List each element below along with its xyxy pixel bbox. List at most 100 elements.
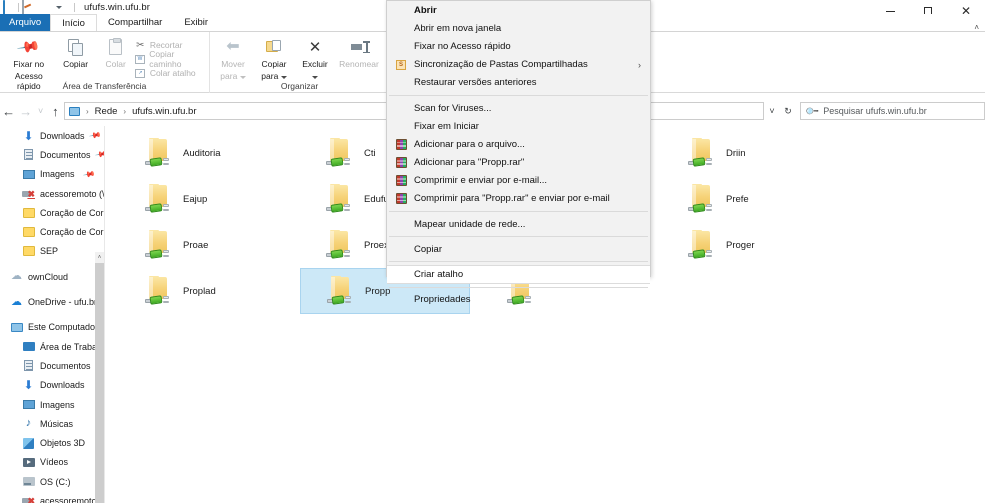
file-item-proae[interactable]: Proae [119, 222, 289, 268]
sidebar-item-rea-de-trabalho[interactable]: Área de Trabalho [0, 337, 104, 356]
sidebar-item-imagens[interactable]: Imagens [0, 395, 104, 414]
sidebar-item-sep[interactable]: SEP [0, 242, 104, 261]
sidebar-item-label: OS (C:) [40, 476, 71, 487]
nav-scroll-up-arrow-icon[interactable]: ˄ [95, 252, 104, 263]
delete-button[interactable]: ✕ Excluir [295, 34, 335, 81]
context-menu-item-propriedades[interactable]: Propriedades [387, 291, 650, 309]
disconnected-network-drive-icon: ✖ [22, 494, 35, 503]
context-menu-item-mapear-unidade-de-rede[interactable]: Mapear unidade de rede... [387, 215, 650, 233]
sidebar-item-este-computador[interactable]: Este Computador [0, 318, 104, 337]
context-menu-item-scan-for-viruses[interactable]: Scan for Viruses... [387, 99, 650, 117]
paste-button[interactable]: Colar [97, 34, 135, 69]
back-button[interactable]: ← [0, 100, 17, 122]
sidebar-item-onedrive-ufu-br[interactable]: ☁ OneDrive - ufu.br [0, 292, 104, 311]
context-menu-item-criar-atalho[interactable]: Criar atalho [387, 265, 650, 284]
context-menu-item-fixar-no-acesso-r-pido[interactable]: Fixar no Acesso rápido [387, 37, 650, 55]
sidebar-item-owncloud[interactable]: ☁ ownCloud [0, 267, 104, 286]
copy-to-caret-icon[interactable] [280, 76, 287, 79]
copy-button[interactable]: Copiar [55, 34, 97, 69]
address-dropdown-caret-icon[interactable]: ˅ [764, 100, 780, 122]
sidebar-item-label: Vídeos [40, 457, 69, 468]
tab-inicio[interactable]: Início [50, 14, 97, 31]
download-icon: ⬇ [23, 128, 34, 143]
copy-to-button[interactable]: Copiar para [253, 34, 295, 81]
nav-pane-scrollbar[interactable]: ˄ [95, 126, 104, 503]
file-item-proplad[interactable]: Proplad [119, 268, 289, 314]
move-to-caret-icon[interactable] [239, 76, 246, 79]
file-item-prefe[interactable]: Prefe [662, 176, 832, 222]
breadcrumb-rede[interactable]: Rede [95, 106, 118, 117]
up-button[interactable]: ↑ [47, 100, 64, 122]
tab-exibir[interactable]: Exibir [173, 14, 219, 31]
nav-scrollbar-thumb[interactable] [95, 263, 104, 503]
documents-icon [22, 148, 35, 161]
properties-icon[interactable] [22, 0, 34, 19]
sidebar-item-label: Documentos [40, 360, 91, 371]
winrar-icon [395, 138, 407, 150]
sidebar-item-label: Este Computador [28, 322, 99, 333]
copy-to-icon [266, 37, 282, 57]
tab-compartilhar[interactable]: Compartilhar [97, 14, 173, 31]
desktop-icon [22, 340, 35, 353]
paste-shortcut-button[interactable]: ↗ Colar atalho [135, 67, 206, 79]
file-item-driin[interactable]: Driin [662, 130, 832, 176]
submenu-chevron-right-icon[interactable]: › [638, 60, 641, 70]
paste-shortcut-label: Colar atalho [149, 68, 196, 78]
sidebar-item-imagens[interactable]: Imagens 📌 [0, 165, 104, 184]
sidebar-item-downloads[interactable]: ⬇ Downloads [0, 376, 104, 395]
customize-qat-caret-icon[interactable] [56, 5, 62, 9]
forward-button[interactable]: → [17, 100, 34, 122]
monitor-icon[interactable] [3, 0, 15, 19]
sidebar-item-objetos-3d[interactable]: Objetos 3D [0, 433, 104, 452]
context-menu-item-copiar[interactable]: Copiar [387, 240, 650, 258]
sidebar-item-documentos[interactable]: Documentos 📌 [0, 145, 104, 164]
context-menu-item-label: Adicionar para o arquivo... [414, 138, 525, 150]
context-menu-item-adicionar-para-propp-rar[interactable]: Adicionar para "Propp.rar" [387, 154, 650, 172]
breadcrumb-server[interactable]: ufufs.win.ufu.br [132, 106, 196, 117]
sidebar-item-acessoremoto[interactable]: ✖ acessoremoto (\ [0, 491, 104, 503]
rename-button[interactable]: Renomear [335, 34, 383, 69]
search-placeholder: Pesquisar ufufs.win.ufu.br [823, 106, 927, 116]
nav-scrollbar-track[interactable]: ˄ [95, 252, 104, 503]
network-folder-icon [145, 138, 173, 168]
context-menu-item-sincroniza-o-de-pastas-compartilhadas[interactable]: S Sincronização de Pastas Compartilhadas › [387, 56, 650, 74]
sidebar-item-v-deos[interactable]: Vídeos [0, 453, 104, 472]
sidebar-item-cora-o-de-corr[interactable]: Coração de Corr [0, 203, 104, 222]
recent-locations-caret-icon[interactable]: ˅ [34, 100, 46, 122]
tab-arquivo[interactable]: Arquivo [0, 14, 51, 31]
new-folder-icon[interactable] [37, 1, 49, 13]
file-item-eajup[interactable]: Eajup [119, 176, 289, 222]
file-item-auditoria[interactable]: Auditoria [119, 130, 289, 176]
context-menu-item-comprimir-para-propp-rar-e-enviar-por-e-mail[interactable]: Comprimir para "Propp.rar" e enviar por … [387, 190, 650, 208]
context-menu-item-label: Mapear unidade de rede... [414, 218, 526, 230]
context-menu-item-restaurar-vers-es-anteriores[interactable]: Restaurar versões anteriores [387, 74, 650, 92]
sidebar-item-label: Imagens [40, 169, 75, 180]
context-menu-item-label: Adicionar para "Propp.rar" [414, 157, 525, 169]
copy-path-button[interactable]: W Copiar caminho [135, 49, 206, 69]
context-menu-item-abrir-em-nova-janela[interactable]: Abrir em nova janela [387, 19, 650, 37]
sidebar-item-documentos[interactable]: Documentos [0, 356, 104, 375]
move-to-button[interactable]: ⬅ Mover para [213, 34, 253, 81]
sidebar-item-acessoremoto[interactable]: ✖ acessoremoto (\ [0, 184, 104, 203]
delete-caret-row [312, 71, 318, 81]
file-item-proger[interactable]: Proger [662, 222, 832, 268]
context-menu-item-abrir[interactable]: Abrir [387, 1, 650, 19]
copy-path-label: Copiar caminho [149, 49, 182, 69]
context-menu-item-adicionar-para-o-arquivo[interactable]: Adicionar para o arquivo... [387, 135, 650, 153]
delete-caret-icon[interactable] [312, 76, 318, 79]
context-menu-item-fixar-em-iniciar[interactable]: Fixar em Iniciar [387, 117, 650, 135]
delete-icon: ✕ [308, 38, 322, 56]
context-menu-item-label: Restaurar versões anteriores [414, 77, 537, 89]
sidebar-item-cora-o-de-corr[interactable]: Coração de Corr [0, 222, 104, 241]
file-name-label: Driin [726, 147, 746, 159]
sidebar-item-os-c[interactable]: OS (C:) [0, 472, 104, 491]
sidebar-item-downloads[interactable]: ⬇ Downloads 📌 [0, 126, 104, 145]
computer-icon [69, 106, 80, 116]
sidebar-item-m-sicas[interactable]: ♪ Músicas [0, 414, 104, 433]
search-box[interactable]: 🔍 Pesquisar ufufs.win.ufu.br [800, 102, 985, 120]
refresh-icon[interactable]: ↻ [780, 100, 796, 122]
quick-access-toolbar: ufufs.win.ufu.br [0, 0, 150, 19]
pin-icon[interactable]: 📌 [82, 168, 95, 181]
3d-objects-icon [22, 437, 35, 450]
context-menu-item-comprimir-e-enviar-por-e-mail[interactable]: Comprimir e enviar por e-mail... [387, 172, 650, 190]
